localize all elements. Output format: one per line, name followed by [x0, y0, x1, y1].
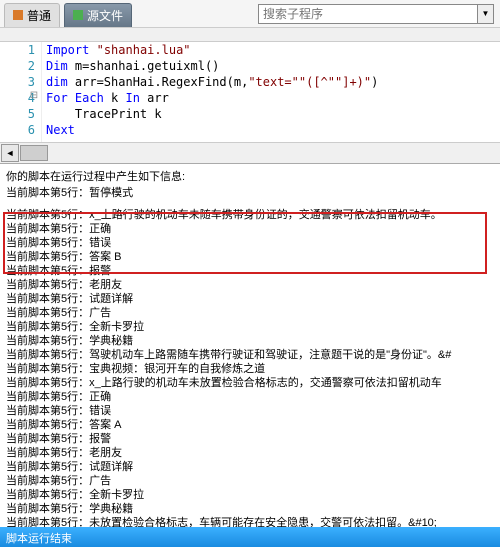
horizontal-scrollbar[interactable]: ◄ [0, 142, 500, 164]
output-line: 当前脚本第5行：答案 B [6, 250, 494, 264]
line-number: 1 [0, 42, 35, 58]
status-bar: 脚本运行结束 [0, 527, 500, 547]
output-line: 当前脚本第5行：广告 [6, 306, 494, 320]
scroll-thumb[interactable] [20, 145, 48, 161]
output-line: 当前脚本第5行：x_上路行驶的机动车未放置检验合格标志的，交通警察可依法扣留机动… [6, 376, 494, 390]
output-line: 当前脚本第5行：答案 A [6, 418, 494, 432]
output-line: 当前脚本第5行：暂停模式 [6, 186, 494, 200]
output-line: 当前脚本第5行：x_上路行驶的机动车未随车携带身份证的，交通警察可依法扣留机动车… [6, 208, 494, 222]
code-line[interactable]: TracePrint k [46, 106, 378, 122]
code-editor[interactable]: 123456 Import "shanhai.lua"Dim m=shanhai… [0, 42, 500, 142]
code-line[interactable]: dim arr=ShanHai.RegexFind(m,"text=""([^"… [46, 74, 378, 90]
output-line: 当前脚本第5行：错误 [6, 236, 494, 250]
code-line[interactable]: Import "shanhai.lua" [46, 42, 378, 58]
output-line: 当前脚本第5行：报警 [6, 432, 494, 446]
output-line: 当前脚本第5行：试题详解 [6, 292, 494, 306]
output-line: 当前脚本第5行：未放置检验合格标志，车辆可能存在安全隐患，交警可依法扣留。&#1… [6, 516, 494, 527]
search-wrap: ▼ [258, 4, 494, 24]
code-line[interactable]: Dim m=shanhai.getuixml() [46, 58, 378, 74]
output-header: 你的脚本在运行过程中产生如下信息: [6, 170, 494, 184]
search-input[interactable] [258, 4, 478, 24]
ruler-bar [0, 28, 500, 42]
output-line: 当前脚本第5行：全新卡罗拉 [6, 320, 494, 334]
tab-normal-label: 普通 [27, 7, 51, 24]
output-line: 当前脚本第5行：宝典视频：银河开车的自我修炼之道 [6, 362, 494, 376]
tab-normal[interactable]: 普通 [4, 3, 60, 27]
output-panel: 你的脚本在运行过程中产生如下信息: 当前脚本第5行：暂停模式 当前脚本第5行：x… [0, 164, 500, 527]
status-text: 脚本运行结束 [6, 533, 72, 545]
output-line: 当前脚本第5行：试题详解 [6, 460, 494, 474]
fold-minus-icon[interactable]: ⊟ [28, 90, 40, 101]
output-line: 当前脚本第5行：错误 [6, 404, 494, 418]
line-number: 5 [0, 106, 35, 122]
scroll-left-arrow-icon[interactable]: ◄ [1, 144, 19, 162]
top-toolbar: 普通 源文件 ▼ [0, 0, 500, 28]
output-line: 当前脚本第5行：老朋友 [6, 446, 494, 460]
search-dropdown-button[interactable]: ▼ [478, 4, 494, 24]
output-line: 当前脚本第5行：驾驶机动车上路需随车携带行驶证和驾驶证，注意题干说的是"身份证"… [6, 348, 494, 362]
square-icon [73, 10, 83, 20]
output-line: 当前脚本第5行：学典秘籍 [6, 334, 494, 348]
tab-source-label: 源文件 [87, 7, 123, 24]
code-line[interactable]: Next [46, 122, 378, 138]
output-line: 当前脚本第5行：正确 [6, 222, 494, 236]
tab-source[interactable]: 源文件 [64, 3, 132, 27]
code-line[interactable]: For Each k In arr [46, 90, 378, 106]
output-line: 当前脚本第5行：老朋友 [6, 278, 494, 292]
line-number: 3 [0, 74, 35, 90]
line-number: 6 [0, 122, 35, 138]
output-line: 当前脚本第5行：报警 [6, 264, 494, 278]
square-icon [13, 10, 23, 20]
code-lines[interactable]: Import "shanhai.lua"Dim m=shanhai.getuix… [42, 42, 378, 142]
output-line: 当前脚本第5行：学典秘籍 [6, 502, 494, 516]
output-line: 当前脚本第5行：广告 [6, 474, 494, 488]
line-number: 2 [0, 58, 35, 74]
output-line: 当前脚本第5行：全新卡罗拉 [6, 488, 494, 502]
output-line: 当前脚本第5行：正确 [6, 390, 494, 404]
